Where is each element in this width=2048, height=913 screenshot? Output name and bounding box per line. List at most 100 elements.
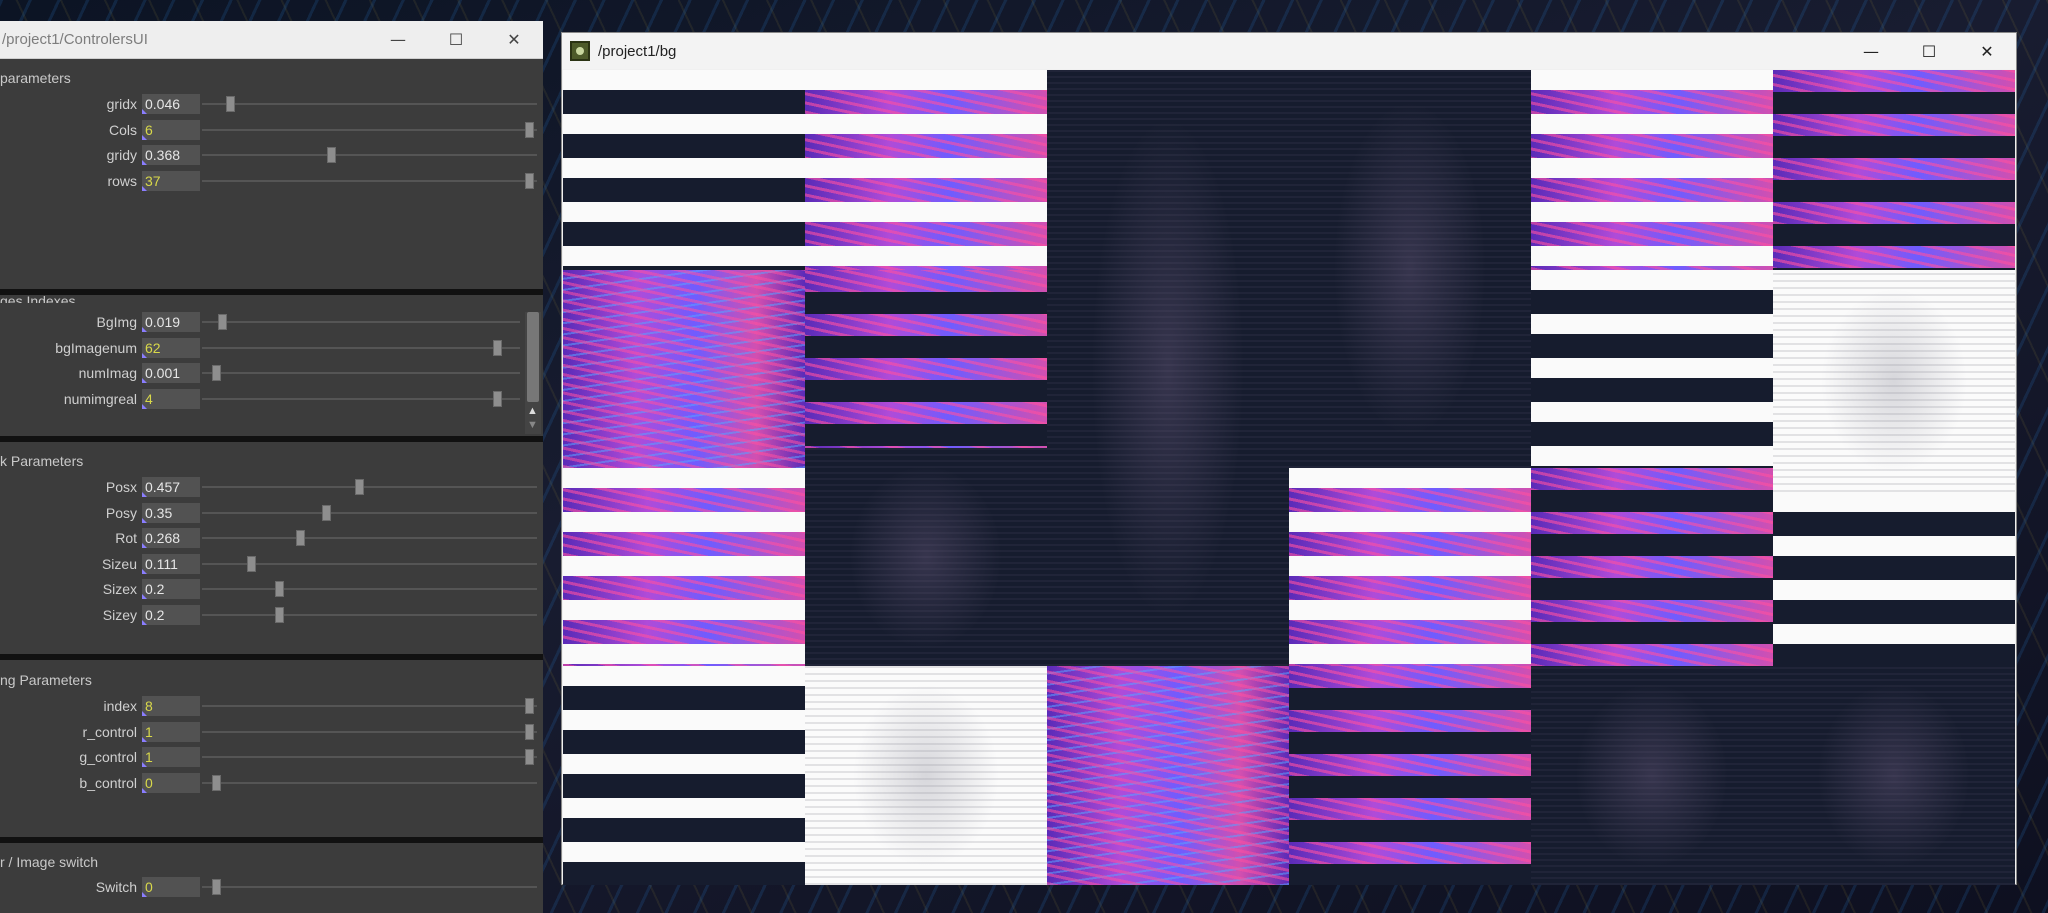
slider-track[interactable] (202, 372, 520, 374)
slider-track[interactable] (202, 398, 520, 400)
slider-handle[interactable] (525, 173, 534, 189)
bg-titlebar[interactable]: /project1/bg — ☐ ✕ (562, 33, 2016, 69)
section-title-transform: k Parameters (0, 453, 84, 469)
slider-track[interactable] (202, 782, 537, 784)
param-value-field[interactable]: 0.457 (142, 477, 200, 497)
param-value-field[interactable]: 0.2 (142, 605, 200, 625)
section-title-color: ng Parameters (0, 672, 92, 688)
tile-white-stripes (563, 70, 805, 270)
slider-handle[interactable] (493, 391, 503, 407)
maximize-icon[interactable]: ☐ (427, 21, 485, 59)
param-value-field[interactable]: 0.019 (142, 312, 200, 332)
close-icon[interactable]: ✕ (485, 21, 543, 59)
controllers-ui-window: /project1/ControlersUI — ☐ ✕ parameters … (0, 21, 543, 913)
param-numimag: numImag 0.001 (0, 362, 543, 384)
slider-track[interactable] (202, 705, 537, 707)
param-g-control: g_control 1 (0, 746, 543, 768)
slider-track[interactable] (202, 154, 537, 156)
slider-handle[interactable] (212, 775, 221, 791)
slider-handle[interactable] (321, 505, 331, 521)
slider-track[interactable] (202, 180, 537, 182)
param-numimgreal: numimgreal 4 (0, 388, 543, 410)
scroll-down-icon[interactable]: ▼ (527, 419, 538, 431)
param-posx: Posx 0.457 (0, 476, 543, 498)
slider-handle[interactable] (274, 607, 284, 623)
slider-track[interactable] (202, 103, 537, 105)
param-value-field[interactable]: 0.111 (142, 554, 200, 574)
slider-handle[interactable] (525, 698, 534, 714)
param-value-field[interactable]: 1 (142, 747, 200, 767)
tile-purple (1047, 666, 1289, 885)
param-value-field[interactable]: 0.35 (142, 503, 200, 523)
param-sizey: Sizey 0.2 (0, 604, 543, 626)
slider-track[interactable] (202, 588, 537, 590)
window-controls: — ☐ ✕ (369, 21, 543, 59)
param-value-field[interactable]: 0 (142, 773, 200, 793)
window-title: /project1/bg (598, 42, 677, 60)
slider-handle[interactable] (493, 340, 503, 356)
param-value-field[interactable]: 8 (142, 696, 200, 716)
param-rows: rows 37 (0, 170, 543, 192)
section-title-images: ges Indexes (0, 293, 76, 303)
controllers-titlebar[interactable]: /project1/ControlersUI — ☐ ✕ (0, 21, 543, 59)
tile-white-purple-stripes (1289, 468, 1531, 666)
maximize-icon[interactable]: ☐ (1900, 33, 1958, 69)
render-canvas[interactable] (563, 70, 2015, 885)
param-label: numImag (78, 365, 137, 381)
param-value-field[interactable]: 4 (142, 389, 200, 409)
slider-track[interactable] (202, 486, 537, 488)
param-value-field[interactable]: 62 (142, 338, 200, 358)
param-label: Posx (105, 479, 137, 495)
param-value-field[interactable]: 0 (142, 877, 200, 897)
slider-handle[interactable] (212, 365, 222, 381)
slider-track[interactable] (202, 321, 520, 323)
slider-handle[interactable] (355, 479, 365, 495)
param-label: r_control (82, 724, 137, 740)
slider-track[interactable] (202, 537, 537, 539)
slider-handle[interactable] (226, 96, 236, 112)
panel-scrollbar[interactable]: ▲ ▼ (525, 312, 541, 434)
param-value-field[interactable]: 0.2 (142, 579, 200, 599)
slider-track[interactable] (202, 756, 537, 758)
param-value-field[interactable]: 0.001 (142, 363, 200, 383)
slider-track[interactable] (202, 129, 537, 131)
slider-handle[interactable] (246, 556, 256, 572)
slider-handle[interactable] (217, 314, 227, 330)
tile-purple-stripes (805, 270, 1047, 448)
scrollbar-thumb[interactable] (527, 312, 539, 402)
scroll-up-icon[interactable]: ▲ (527, 405, 538, 417)
param-value-field[interactable]: 1 (142, 722, 200, 742)
slider-handle[interactable] (295, 530, 305, 546)
tile-purple-stripes (1773, 70, 2015, 270)
slider-track[interactable] (202, 731, 537, 733)
param-posy: Posy 0.35 (0, 502, 543, 524)
param-value-field[interactable]: 0.268 (142, 528, 200, 548)
param-sizex: Sizex 0.2 (0, 578, 543, 600)
slider-handle[interactable] (525, 724, 534, 740)
param-label: Posy (105, 505, 137, 521)
minimize-icon[interactable]: — (1842, 33, 1900, 69)
param-bgimagenum: bgImagenum 62 (0, 337, 543, 359)
slider-handle[interactable] (327, 147, 337, 163)
param-value-field[interactable]: 37 (142, 171, 200, 191)
slider-track[interactable] (202, 614, 537, 616)
slider-track[interactable] (202, 886, 537, 888)
bg-output-window: /project1/bg — ☐ ✕ (561, 32, 2017, 885)
close-icon[interactable]: ✕ (1958, 33, 2016, 69)
param-value-field[interactable]: 0.046 (142, 94, 200, 114)
param-gridy: gridy 0.368 (0, 144, 543, 166)
section-title-switch: r / Image switch (0, 854, 99, 870)
slider-handle[interactable] (274, 581, 284, 597)
param-value-field[interactable]: 0.368 (142, 145, 200, 165)
slider-track[interactable] (202, 347, 520, 349)
slider-track[interactable] (202, 512, 537, 514)
minimize-icon[interactable]: — (369, 21, 427, 59)
tile-purple-stripes (1289, 666, 1531, 885)
tile-dark (805, 448, 1047, 666)
slider-handle[interactable] (525, 122, 534, 138)
slider-handle[interactable] (525, 749, 534, 765)
param-value-field[interactable]: 6 (142, 120, 200, 140)
tile-white (805, 666, 1047, 885)
tile-dark (1047, 70, 1289, 666)
slider-handle[interactable] (212, 879, 221, 895)
